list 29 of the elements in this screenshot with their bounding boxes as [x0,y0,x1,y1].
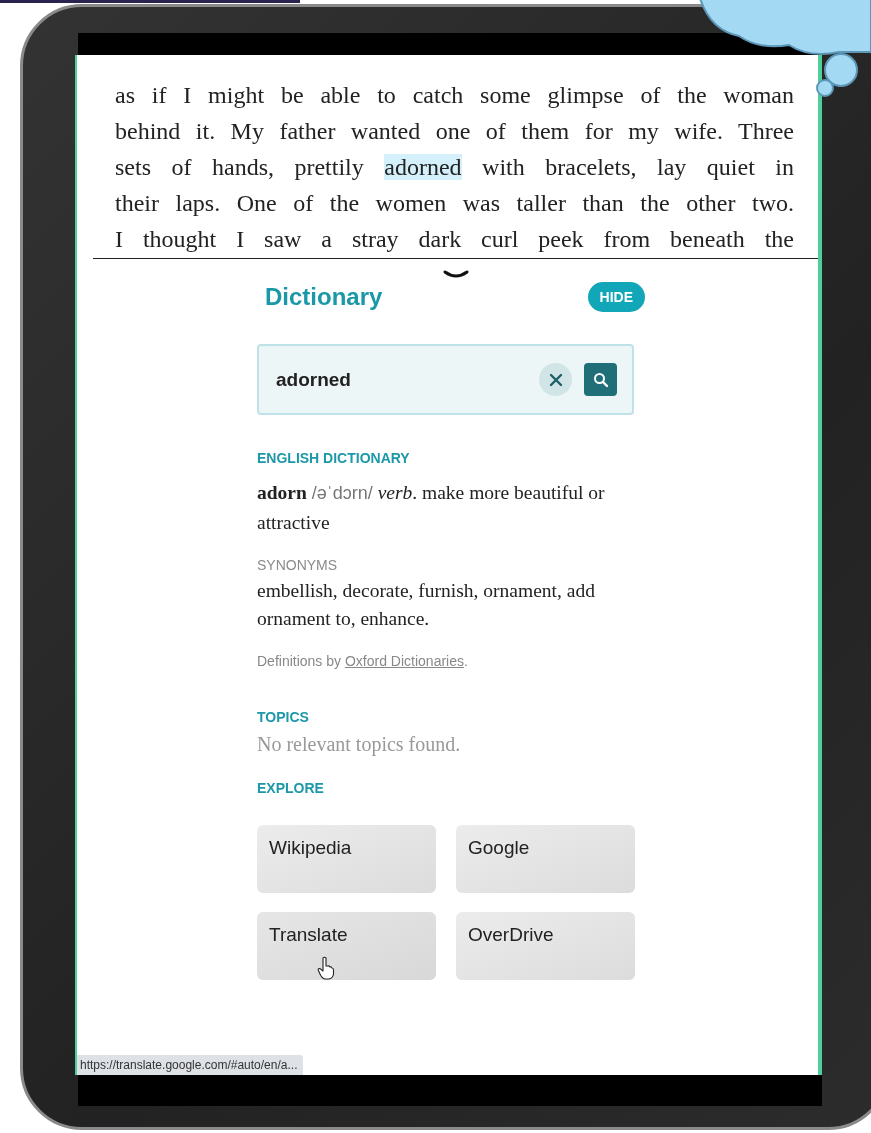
synonyms-label: SYNONYMS [257,557,339,573]
chevron-down-icon[interactable] [443,270,469,280]
passage-line: I thought I saw a stray dark curl peek from beneath the [115,225,794,254]
status-url: https://translate.google.com/#auto/en/a... [77,1055,304,1075]
passage-line: behind it. My father wanted one of them for my wife. Three [115,117,794,146]
explore-button[interactable]: OverDrive [456,912,635,980]
definition-text: adorn /əˈdɔrn/ verb. make more beautiful or attractive [257,481,606,535]
section-heading: EXPLORE [257,780,325,796]
synonyms-text: embellish, decorate, furnish, ornament, add ornament to, enhance. [257,579,596,631]
search-button[interactable] [584,363,617,396]
search-icon [592,371,609,388]
search-field[interactable]: adorned [257,344,634,415]
topics-text: No relevant topics found. [257,733,462,756]
hand-cursor-icon [317,956,335,980]
explore-button[interactable]: Translate [257,912,436,980]
explore-button[interactable]: Wikipedia [257,825,436,893]
passage-line: sets of hands, prettily adorned with bracelets, lay quiet in [115,153,794,182]
attribution-period: . [464,653,468,669]
passage-line: as if I might be able to catch some glimpse of the woman [115,81,794,110]
section-heading: ENGLISH DICTIONARY [257,450,411,466]
passage-line: their laps. One of the women was taller than the other two. [115,189,794,218]
close-icon [548,372,563,387]
search-input[interactable]: adorned [274,367,527,392]
explore-button[interactable]: Google [456,825,635,893]
section-heading: TOPICS [257,709,310,725]
dictionary-title: Dictionary [265,283,383,311]
oxford-link[interactable]: Oxford Dictionaries [344,653,464,669]
clear-button[interactable] [539,363,572,396]
attribution-text: Definitions by [257,653,343,669]
